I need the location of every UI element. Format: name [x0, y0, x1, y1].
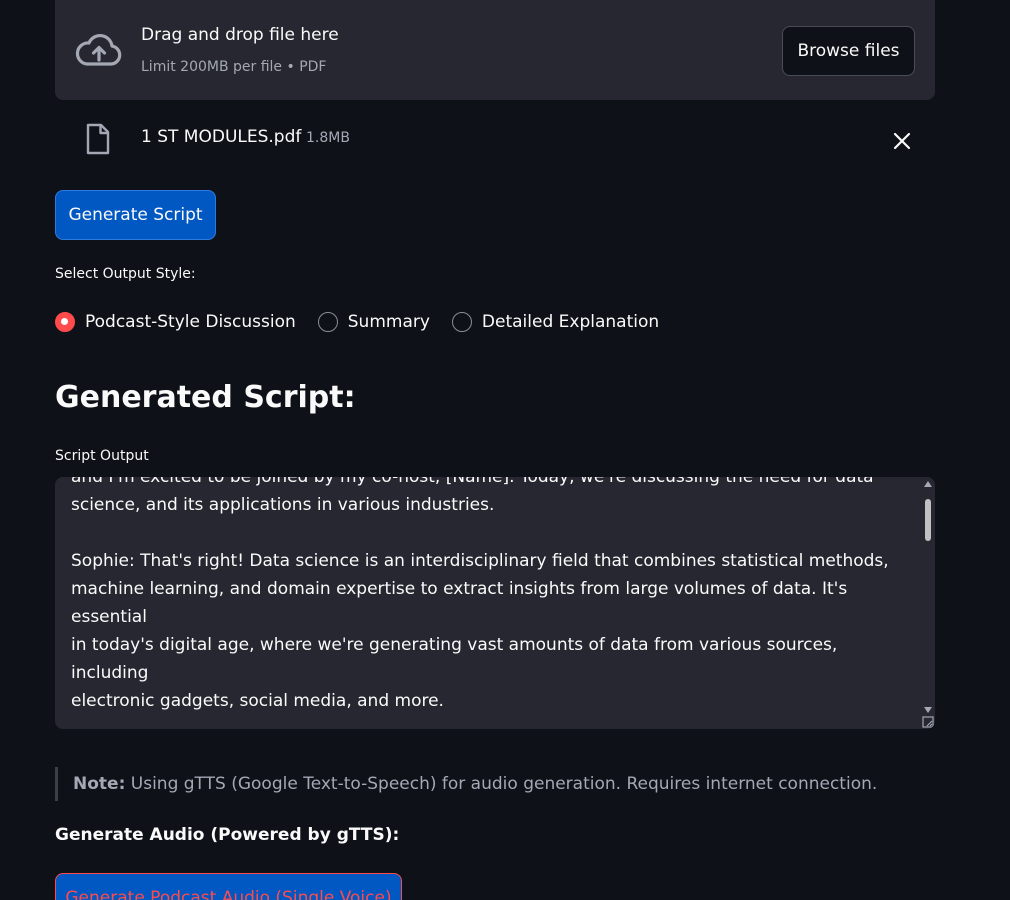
generate-podcast-audio-button[interactable]: Generate Podcast Audio (Single Voice): [55, 873, 402, 900]
generate-audio-label: Generate Audio (Powered by gTTS):: [55, 825, 400, 845]
uploaded-file-size: 1.8MB: [306, 130, 350, 146]
note-text: Using gTTS (Google Text-to-Speech) for a…: [125, 774, 878, 794]
gtts-note: Note: Using gTTS (Google Text-to-Speech)…: [55, 767, 935, 801]
radio-option-label: Podcast-Style Discussion: [85, 312, 296, 332]
generated-script-heading: Generated Script:: [55, 380, 356, 415]
generate-script-button[interactable]: Generate Script: [55, 190, 216, 240]
radio-selected-icon[interactable]: [55, 312, 75, 332]
resize-handle-icon[interactable]: [922, 716, 934, 728]
dropzone-title: Drag and drop file here: [141, 25, 339, 45]
scroll-thumb[interactable]: [925, 499, 931, 541]
radio-unselected-icon[interactable]: [317, 312, 338, 332]
radio-option-summary[interactable]: Summary: [317, 312, 430, 332]
textarea-scrollbar[interactable]: [921, 477, 935, 729]
browse-files-button[interactable]: Browse files: [782, 26, 915, 76]
scroll-down-arrow-icon[interactable]: [924, 706, 932, 714]
app-page: Drag and drop file here Limit 200MB per …: [0, 0, 1010, 900]
file-dropzone[interactable]: Drag and drop file here Limit 200MB per …: [55, 0, 935, 100]
uploaded-file-row: 1 ST MODULES.pdf 1.8MB: [55, 115, 935, 165]
uploaded-file-name: 1 ST MODULES.pdf: [141, 127, 302, 147]
radio-option-podcast[interactable]: Podcast-Style Discussion: [55, 312, 296, 332]
script-output-textarea[interactable]: and I'm excited to be joined by my co-ho…: [55, 477, 935, 729]
file-icon: [86, 123, 110, 155]
radio-option-label: Summary: [347, 312, 430, 332]
radio-option-detailed[interactable]: Detailed Explanation: [451, 312, 660, 332]
script-output-text[interactable]: and I'm excited to be joined by my co-ho…: [71, 477, 906, 729]
dropzone-limit-text: Limit 200MB per file • PDF: [141, 59, 327, 75]
cloud-upload-icon: [75, 33, 122, 66]
script-output-label: Script Output: [55, 448, 149, 464]
radio-option-label: Detailed Explanation: [481, 312, 660, 332]
scroll-up-arrow-icon[interactable]: [924, 480, 932, 488]
output-style-label: Select Output Style:: [55, 266, 196, 282]
close-icon[interactable]: [891, 130, 913, 152]
note-bold-label: Note:: [73, 774, 126, 794]
radio-unselected-icon[interactable]: [451, 312, 472, 332]
output-style-radio-group: Podcast-Style Discussion Summary Detaile…: [55, 309, 681, 335]
